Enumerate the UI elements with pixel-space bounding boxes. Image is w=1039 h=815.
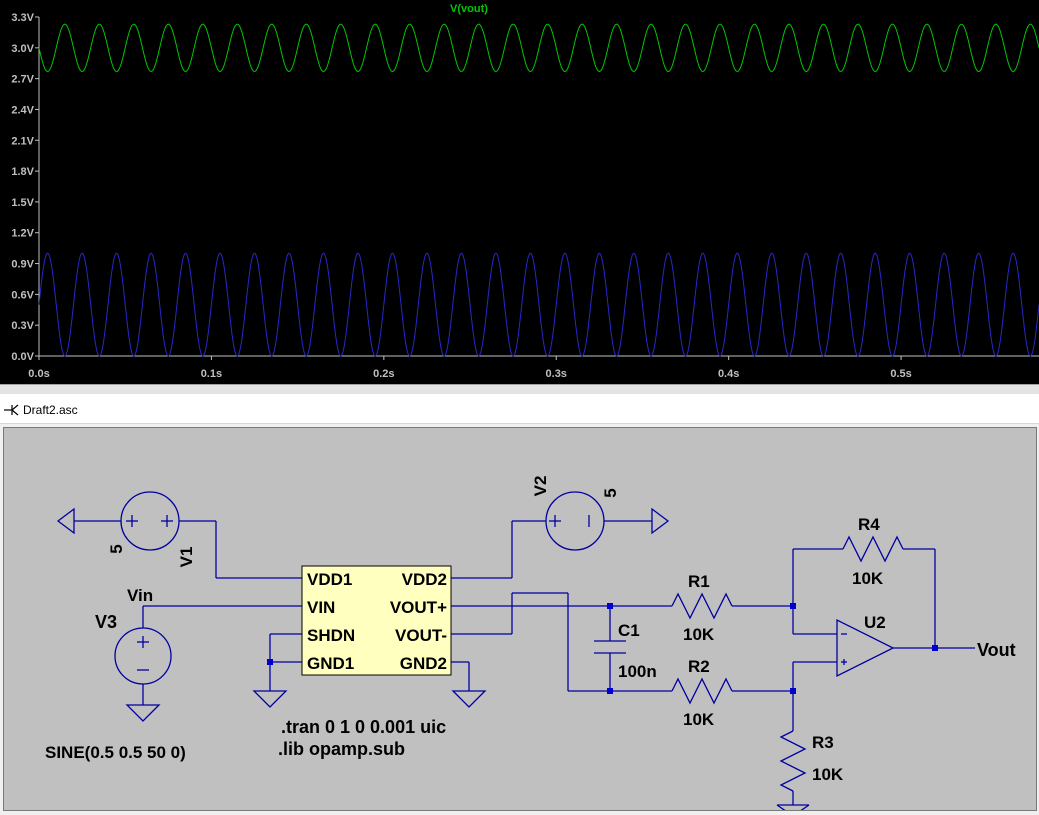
- x-tick-label: 0.3s: [546, 368, 567, 380]
- waveform-plot[interactable]: V(vout) 3.3V 3.0V 2.7V 2.4V 2.1V 1.8V 1.5V 1.2V…: [0, 0, 1039, 384]
- spice-directive-tran[interactable]: .tran 0 1 0 0.001 uic: [281, 717, 446, 737]
- ground-symbol-v1: [56, 507, 121, 535]
- r3-name[interactable]: R3: [812, 733, 834, 752]
- ic-pin-shdn: SHDN: [307, 626, 355, 645]
- r1-resistor[interactable]: [671, 592, 733, 620]
- ic-pin-vdd1: VDD1: [307, 570, 352, 589]
- x-tick-label: 0.0s: [28, 368, 49, 380]
- v3-sine-source[interactable]: [114, 627, 172, 685]
- ground-symbol-v3: [125, 684, 161, 722]
- c1-value[interactable]: 100n: [618, 662, 657, 681]
- y-tick-label: 3.3V: [11, 12, 34, 24]
- y-tick-label: 0.9V: [11, 259, 34, 271]
- v3-name[interactable]: V3: [95, 612, 117, 632]
- r4-resistor[interactable]: [842, 535, 904, 563]
- c1-capacitor[interactable]: [594, 640, 626, 654]
- c1-name[interactable]: C1: [618, 621, 640, 640]
- ic-pin-vin: VIN: [307, 598, 335, 617]
- r3-resistor[interactable]: [779, 730, 807, 792]
- r1-value[interactable]: 10K: [683, 625, 715, 644]
- schematic-drawing[interactable]: VDD1 VIN SHDN GND1 VDD2 VOUT+ VOUT- GND2…: [3, 427, 1037, 811]
- schematic-window-title: Draft2.asc: [23, 403, 78, 417]
- ground-symbol-gnd2: [451, 690, 487, 708]
- y-tick-label: 0.0V: [11, 351, 34, 363]
- x-tick-label: 0.1s: [201, 368, 222, 380]
- schematic-doc-icon: [4, 404, 19, 416]
- r1-name[interactable]: R1: [688, 572, 710, 591]
- schematic-window: Draft2.asc VDD1 VIN SHDN GND1 VDD2 VOUT+…: [0, 394, 1039, 815]
- y-tick-label: 1.8V: [11, 166, 34, 178]
- r4-name[interactable]: R4: [858, 515, 880, 534]
- schematic-titlebar[interactable]: Draft2.asc: [0, 394, 1039, 424]
- y-tick-label: 2.7V: [11, 74, 34, 86]
- spice-directive-lib[interactable]: .lib opamp.sub: [278, 739, 405, 759]
- r4-value[interactable]: 10K: [852, 569, 884, 588]
- vout-net-label[interactable]: Vout: [977, 640, 1016, 660]
- schematic-canvas[interactable]: VDD1 VIN SHDN GND1 VDD2 VOUT+ VOUT- GND2…: [3, 427, 1037, 811]
- ground-symbol-r3: [776, 804, 810, 810]
- y-tick-label: 0.3V: [11, 320, 34, 332]
- ic-pin-gnd2: GND2: [400, 654, 447, 673]
- y-tick-label: 1.5V: [11, 197, 34, 209]
- ic-pin-vdd2: VDD2: [402, 570, 447, 589]
- ground-symbol-v2: [604, 507, 670, 535]
- ground-symbol-gnd1: [252, 690, 288, 708]
- x-tick-label: 0.2s: [373, 368, 394, 380]
- v1-name[interactable]: V1: [177, 547, 196, 568]
- v2-value[interactable]: 5: [601, 488, 620, 497]
- v1-voltage-source[interactable]: [120, 491, 180, 551]
- y-tick-label: 0.6V: [11, 289, 34, 301]
- v3-value[interactable]: SINE(0.5 0.5 50 0): [45, 743, 186, 762]
- v1-value[interactable]: 5: [107, 544, 126, 553]
- u2-name[interactable]: U2: [864, 613, 886, 632]
- x-tick-label: 0.5s: [890, 368, 911, 380]
- r2-name[interactable]: R2: [688, 657, 710, 676]
- y-tick-label: 2.1V: [11, 135, 34, 147]
- r3-value[interactable]: 10K: [812, 765, 844, 784]
- y-tick-label: 2.4V: [11, 104, 34, 116]
- x-tick-label: 0.4s: [718, 368, 739, 380]
- r2-resistor[interactable]: [671, 677, 733, 705]
- trace-title[interactable]: V(vout): [450, 3, 488, 15]
- waveform-plot-pane[interactable]: V(vout) 3.3V 3.0V 2.7V 2.4V 2.1V 1.8V 1.5V 1.2V…: [0, 0, 1039, 384]
- pane-splitter[interactable]: [0, 384, 1039, 394]
- y-tick-label: 3.0V: [11, 43, 34, 55]
- v2-name[interactable]: V2: [531, 476, 550, 497]
- r2-value[interactable]: 10K: [683, 710, 715, 729]
- ic-pin-vout-minus: VOUT-: [395, 626, 447, 645]
- ic-pin-vout-plus: VOUT+: [390, 598, 447, 617]
- v2-voltage-source[interactable]: [545, 491, 605, 551]
- y-tick-label: 1.2V: [11, 228, 34, 240]
- vin-net-label[interactable]: Vin: [127, 586, 153, 605]
- ic-pin-gnd1: GND1: [307, 654, 354, 673]
